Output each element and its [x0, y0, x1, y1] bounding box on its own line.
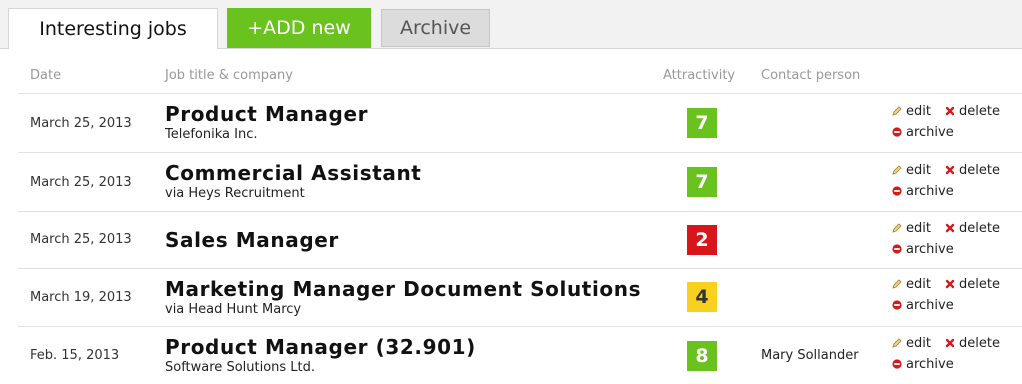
delete-label: delete — [959, 336, 1000, 351]
edit-link[interactable]: edit — [892, 336, 931, 351]
edit-label: edit — [906, 104, 931, 119]
edit-link[interactable]: edit — [892, 277, 931, 292]
archive-link[interactable]: archive — [892, 242, 954, 257]
archive-minus-icon — [892, 300, 902, 310]
delete-link[interactable]: delete — [945, 104, 1000, 119]
delete-label: delete — [959, 104, 1000, 119]
delete-link[interactable]: delete — [945, 277, 1000, 292]
delete-link[interactable]: delete — [945, 221, 1000, 236]
edit-link[interactable]: edit — [892, 163, 931, 178]
delete-x-icon — [945, 165, 955, 175]
archive-minus-icon — [892, 127, 902, 137]
delete-x-icon — [945, 338, 955, 348]
header-attractivity: Attractivity — [663, 68, 736, 83]
edit-link[interactable]: edit — [892, 221, 931, 236]
job-company: Software Solutions Ltd. — [165, 360, 316, 375]
edit-label: edit — [906, 221, 931, 236]
attractivity-badge: 7 — [687, 167, 717, 197]
table-row: March 25, 2013 Product Manager Telefonik… — [18, 94, 1022, 153]
archive-minus-icon — [892, 186, 902, 196]
archive-label: archive — [906, 298, 954, 313]
tab-archive-label: Archive — [399, 17, 472, 39]
delete-label: delete — [959, 277, 1000, 292]
tab-interesting-jobs[interactable]: Interesting jobs — [8, 8, 218, 49]
add-new-label: +ADD new — [247, 17, 351, 39]
job-title[interactable]: Product Manager (32.901) — [165, 335, 476, 359]
pencil-icon — [892, 338, 902, 348]
delete-link[interactable]: delete — [945, 163, 1000, 178]
delete-link[interactable]: delete — [945, 336, 1000, 351]
edit-link[interactable]: edit — [892, 104, 931, 119]
job-company: Telefonika Inc. — [165, 127, 258, 142]
table-header: Date Job title & company Attractivity Co… — [18, 49, 1022, 94]
delete-x-icon — [945, 106, 955, 116]
pencil-icon — [892, 165, 902, 175]
row-date: March 25, 2013 — [30, 232, 132, 247]
delete-label: delete — [959, 221, 1000, 236]
archive-label: archive — [906, 242, 954, 257]
table-row: Feb. 15, 2013 Product Manager (32.901) S… — [18, 327, 1022, 384]
job-company: via Head Hunt Marcy — [165, 302, 302, 317]
pencil-icon — [892, 279, 902, 289]
edit-label: edit — [906, 277, 931, 292]
header-job-title: Job title & company — [165, 68, 293, 83]
row-date: March 25, 2013 — [30, 175, 132, 190]
archive-label: archive — [906, 184, 954, 199]
tab-bar: Interesting jobs +ADD new Archive — [0, 0, 1022, 49]
table-row: March 19, 2013 Marketing Manager Documen… — [18, 269, 1022, 327]
table-row: March 25, 2013 Commercial Assistant via … — [18, 153, 1022, 212]
header-date: Date — [30, 68, 62, 83]
attractivity-badge: 8 — [687, 341, 717, 371]
add-new-button[interactable]: +ADD new — [227, 8, 371, 48]
archive-link[interactable]: archive — [892, 125, 954, 140]
edit-label: edit — [906, 163, 931, 178]
archive-label: archive — [906, 125, 954, 140]
job-title[interactable]: Sales Manager — [165, 228, 339, 252]
row-date: March 25, 2013 — [30, 116, 132, 131]
archive-link[interactable]: archive — [892, 184, 954, 199]
delete-label: delete — [959, 163, 1000, 178]
archive-minus-icon — [892, 359, 902, 369]
archive-link[interactable]: archive — [892, 298, 954, 313]
attractivity-badge: 7 — [687, 108, 717, 138]
job-company: via Heys Recruitment — [165, 186, 305, 201]
job-title[interactable]: Product Manager — [165, 102, 368, 126]
delete-x-icon — [945, 279, 955, 289]
archive-label: archive — [906, 357, 954, 372]
header-contact: Contact person — [761, 68, 861, 83]
tab-archive[interactable]: Archive — [381, 9, 490, 47]
pencil-icon — [892, 106, 902, 116]
delete-x-icon — [945, 223, 955, 233]
row-date: March 19, 2013 — [30, 290, 132, 305]
attractivity-badge: 2 — [687, 225, 717, 255]
contact-person: Mary Sollander — [761, 348, 859, 363]
job-title[interactable]: Marketing Manager Document Solutions — [165, 277, 641, 301]
attractivity-badge: 4 — [687, 282, 717, 312]
table-row: March 25, 2013 Sales Manager 2 edit dele… — [18, 212, 1022, 269]
archive-link[interactable]: archive — [892, 357, 954, 372]
archive-minus-icon — [892, 244, 902, 254]
edit-label: edit — [906, 336, 931, 351]
jobs-table: Date Job title & company Attractivity Co… — [18, 49, 1022, 384]
tab-interesting-jobs-label: Interesting jobs — [39, 18, 187, 40]
pencil-icon — [892, 223, 902, 233]
row-date: Feb. 15, 2013 — [30, 348, 120, 363]
job-title[interactable]: Commercial Assistant — [165, 161, 421, 185]
